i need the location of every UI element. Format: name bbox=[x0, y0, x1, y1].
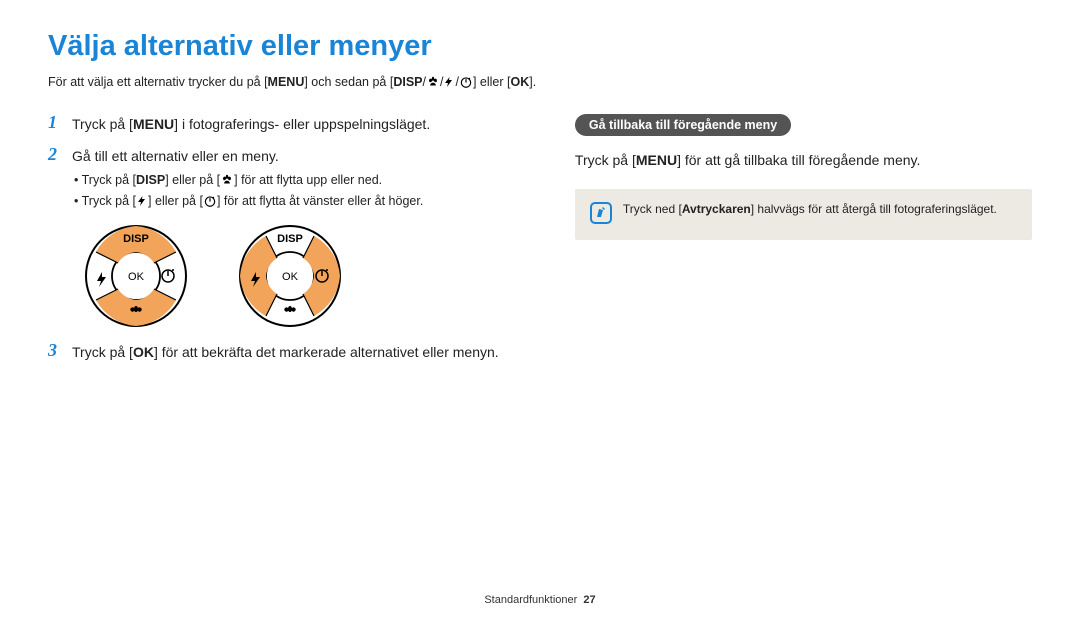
left-column: Tryck på [MENU] i fotograferings- eller … bbox=[48, 114, 535, 374]
note-box: Tryck ned [Avtryckaren] halvvägs för att… bbox=[575, 189, 1032, 240]
disp-label: DISP bbox=[393, 75, 422, 89]
ok-label: OK bbox=[133, 344, 154, 360]
ok-label: OK bbox=[510, 75, 529, 89]
step-1: Tryck på [MENU] i fotograferings- eller … bbox=[48, 114, 535, 134]
menu-label: MENU bbox=[133, 116, 174, 132]
back-instruction: Tryck på [MENU] för att gå tillbaka till… bbox=[575, 150, 1032, 171]
flash-icon bbox=[136, 194, 148, 214]
disp-label: DISP bbox=[136, 173, 165, 187]
timer-icon bbox=[203, 194, 217, 214]
step-3: Tryck på [OK] för att bekräfta det marke… bbox=[48, 342, 535, 362]
flower-icon bbox=[220, 173, 234, 193]
step-2-bullet-1: Tryck på [DISP] eller på [] för att flyt… bbox=[74, 171, 535, 193]
svg-text:OK: OK bbox=[128, 271, 145, 283]
section-pill: Gå tillbaka till föregående meny bbox=[575, 114, 791, 136]
flash-icon bbox=[443, 75, 455, 92]
page-title: Välja alternativ eller menyer bbox=[48, 30, 1032, 63]
menu-label: MENU bbox=[636, 152, 677, 168]
dpad-diagram-horizontal: DISP OK bbox=[238, 224, 342, 328]
flower-icon bbox=[426, 75, 440, 92]
note-icon bbox=[589, 201, 613, 228]
right-column: Gå tillbaka till föregående meny Tryck p… bbox=[575, 114, 1032, 374]
page-footer: Standardfunktioner 27 bbox=[0, 594, 1080, 606]
dpad-diagram-vertical: DISP OK bbox=[84, 224, 188, 328]
svg-text:OK: OK bbox=[282, 271, 299, 283]
step-2-bullet-2: Tryck på [] eller på [] för att flytta å… bbox=[74, 192, 535, 214]
intro-text: För att välja ett alternativ trycker du … bbox=[48, 75, 1032, 92]
note-text: Tryck ned [Avtryckaren] halvvägs för att… bbox=[623, 201, 997, 218]
svg-text:DISP: DISP bbox=[277, 233, 303, 245]
svg-text:DISP: DISP bbox=[123, 233, 149, 245]
menu-label: MENU bbox=[268, 75, 305, 89]
nav-diagrams: DISP OK bbox=[84, 224, 535, 328]
step-2: Gå till ett alternativ eller en meny. Tr… bbox=[48, 146, 535, 328]
timer-icon bbox=[459, 75, 473, 92]
